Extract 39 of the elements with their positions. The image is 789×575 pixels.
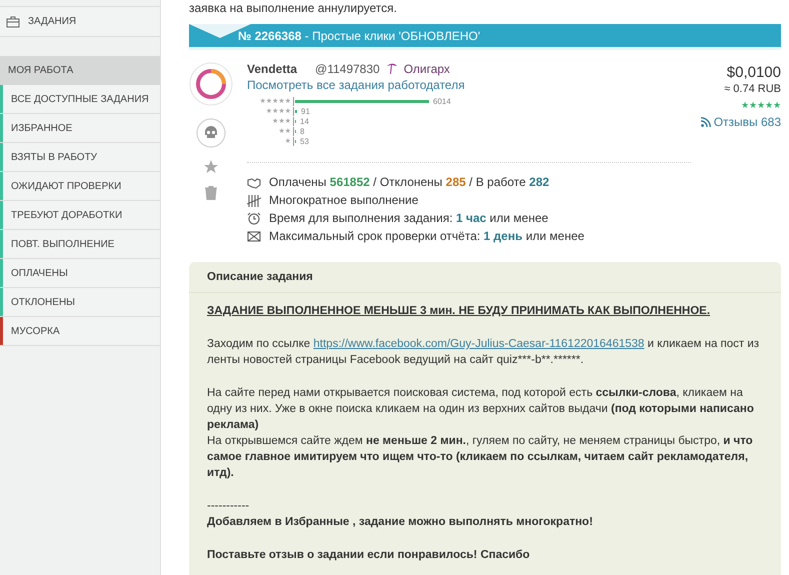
rating-count: 6014 bbox=[433, 96, 451, 106]
rating-count: 8 bbox=[300, 126, 304, 136]
tally-icon bbox=[247, 194, 261, 206]
description-paragraph: На сайте перед нами открывается поисковая система, под которой есть ссылки-слова, кликаем на одну из них. Уже в окне поиска кликаем на один из верхних сайтов выдачи (под которыми написано реклама) bbox=[207, 386, 755, 433]
separator: / bbox=[469, 175, 472, 189]
description-paragraph: ----------- bbox=[207, 499, 250, 514]
description-paragraph: ЗАДАНИЕ ВЫПОЛНЕННОЕ МЕНЬШЕ 3 мин. НЕ БУДУ ПРИНИМАТЬ КАК ВЫПОЛНЕННОЕ. bbox=[207, 304, 712, 319]
intro-text: заявка на выполнение аннулируется. bbox=[189, 1, 398, 15]
task-stats: Оплачены 561852 / Отклонены 285 / В работе 282 bbox=[269, 175, 550, 190]
facebook-link[interactable]: https://www.facebook.com/Guy-Julius-Caesar-116122016461538 bbox=[313, 338, 644, 350]
rating-count: 14 bbox=[300, 116, 309, 126]
employer-tasks-link[interactable]: Посмотреть все задания работодателя bbox=[247, 78, 465, 92]
briefcase-icon bbox=[6, 16, 20, 28]
rating-count: 53 bbox=[300, 136, 309, 146]
task-detail: Максимальный срок проверки отчёта: 1 день или менее bbox=[269, 229, 584, 244]
reviews-link[interactable]: Отзывы 683 bbox=[700, 115, 781, 129]
skull-icon[interactable] bbox=[196, 118, 226, 148]
employer-name: Vendetta bbox=[247, 62, 298, 76]
rank-label: Олигарх bbox=[404, 62, 450, 76]
description-paragraph: Поставьте отзыв о задании если понравилось! Спасибо bbox=[207, 548, 531, 563]
star-icon[interactable] bbox=[204, 160, 218, 174]
rating-count: 91 bbox=[301, 106, 310, 116]
price-rub: ≈ 0.74 RUB bbox=[723, 83, 781, 95]
description-paragraph: На открывшемся сайте ждем не меньше 2 мин., гуляем по сайту, не меняем страницы быстро, и что самое главное имитируем что ищем что-то (кликаем по ссылкам, читаем сайт рекламодателя, итд). bbox=[207, 434, 754, 481]
employer-id: @11497830 bbox=[315, 62, 380, 76]
price-usd: $0,0100 bbox=[726, 64, 781, 81]
task-detail: Время для выполнения задания: 1 час или менее bbox=[269, 211, 548, 226]
task-title: № 2266368 - Простые клики 'ОБНОВЛЕНО' bbox=[238, 28, 480, 42]
rss-icon bbox=[700, 117, 711, 127]
separator: / bbox=[373, 175, 376, 189]
task-detail: Многократное выполнение bbox=[269, 193, 418, 208]
section-header: МОЯ РАБОТА bbox=[0, 56, 160, 85]
alarm-clock-icon bbox=[247, 212, 261, 225]
description-paragraph: Заходим по ссылке https://www.facebook.com/Guy-Julius-Caesar-116122016461538 и кликаем на пост из ленты новостей страницы Facebook ведущий на сайт quiz***-b**.******. bbox=[207, 337, 760, 368]
trash-icon[interactable] bbox=[205, 186, 217, 200]
star-rating: ★★★★★ bbox=[740, 100, 781, 110]
description-paragraph: Добавляем в Избранные , задание можно выполнять многократно! bbox=[207, 515, 594, 530]
avatar bbox=[189, 62, 233, 106]
description-title: Описание задания bbox=[189, 262, 781, 293]
